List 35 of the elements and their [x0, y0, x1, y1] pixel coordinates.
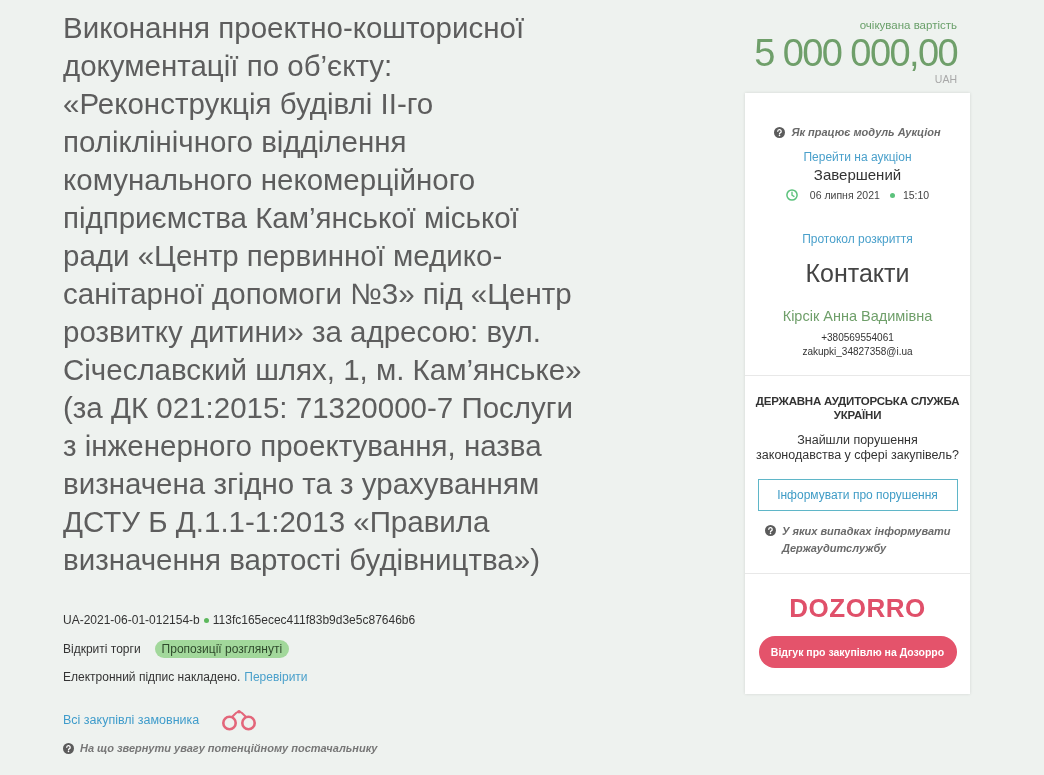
separator-dot-icon — [889, 192, 895, 198]
report-violation-button[interactable]: Інформувати про порушення — [757, 479, 958, 511]
contact-email: zakupki_34827358@i.ua — [802, 345, 913, 359]
auction-status: Завершений — [813, 166, 902, 184]
auction-date: 06 липня 2021 — [809, 188, 880, 202]
supplier-help-link[interactable]: На що звернути увагу потенційному постачальнику — [80, 740, 378, 756]
auction-help-link[interactable]: Як працює модуль Аукціон — [791, 125, 941, 139]
tender-id: UA-2021-06-01-012154-b — [63, 612, 200, 628]
verify-link[interactable]: Перевірити — [244, 669, 308, 685]
status-dot-icon — [203, 617, 209, 623]
dozorro-feedback-button[interactable]: Відгук про закупівлю на Дозорро — [758, 636, 957, 668]
contact-name: Кірсік Анна Вадимівна — [782, 307, 933, 325]
status-badge: Пропозиції розглянуті — [154, 640, 290, 658]
contacts-heading: Контакти — [805, 258, 910, 288]
contact-phone: +380569554061 — [821, 331, 894, 345]
protocol-link[interactable]: Протокол розкриття — [802, 232, 913, 246]
dozorro-logo: DOZORRO — [789, 593, 926, 623]
auction-time: 15:10 — [902, 188, 930, 202]
tender-title: Виконання проектно-кошторисної документації по об’єкту: «Реконструкція будівлі ІІ-го поліклінічного відділення комунального некомерційного підприємства Кам’янської міської ради «Центр первинної медико-санітарної допомоги №3» під «Центр розвитку дитини» за адресою: вул. Січеславский шлях, 1, м. Кам’янське» (за ДК 021:2015: 71320000-7 Послуги з інженерного проектування, назва визначена згідно та з урахуванням ДСТУ Б Д.1.1-1:2013 «Правила визначення вартості будівництва») — [63, 10, 583, 578]
help-icon — [63, 742, 74, 754]
buyer-tenders-link[interactable]: Всі закупівлі замовника — [63, 710, 200, 730]
price-label: очікувана вартість — [859, 18, 957, 32]
tender-hash: 113fc165ecec411f83b9d3e5c87646b6 — [212, 612, 416, 628]
handcuffs-icon — [221, 709, 258, 731]
violation-question: Знайшли порушення законодавства у сфері закупівель? — [755, 433, 960, 463]
help-icon — [765, 525, 776, 536]
clock-icon — [785, 189, 798, 201]
audit-service-title: ДЕРЖАВНА АУДИТОРСЬКА СЛУЖБА УКРАЇНИ — [755, 394, 960, 422]
auction-link[interactable]: Перейти на аукціон — [803, 150, 912, 164]
price-amount: 5 000 000,00 — [754, 33, 957, 73]
audit-help-link[interactable]: У яких випадках інформувати Держаудитслужбу — [782, 523, 960, 557]
signature-status: Електронний підпис накладено. — [63, 669, 241, 685]
currency-label: UAH — [934, 73, 957, 85]
help-icon — [774, 126, 786, 138]
procedure-type: Відкриті торги — [63, 641, 141, 657]
